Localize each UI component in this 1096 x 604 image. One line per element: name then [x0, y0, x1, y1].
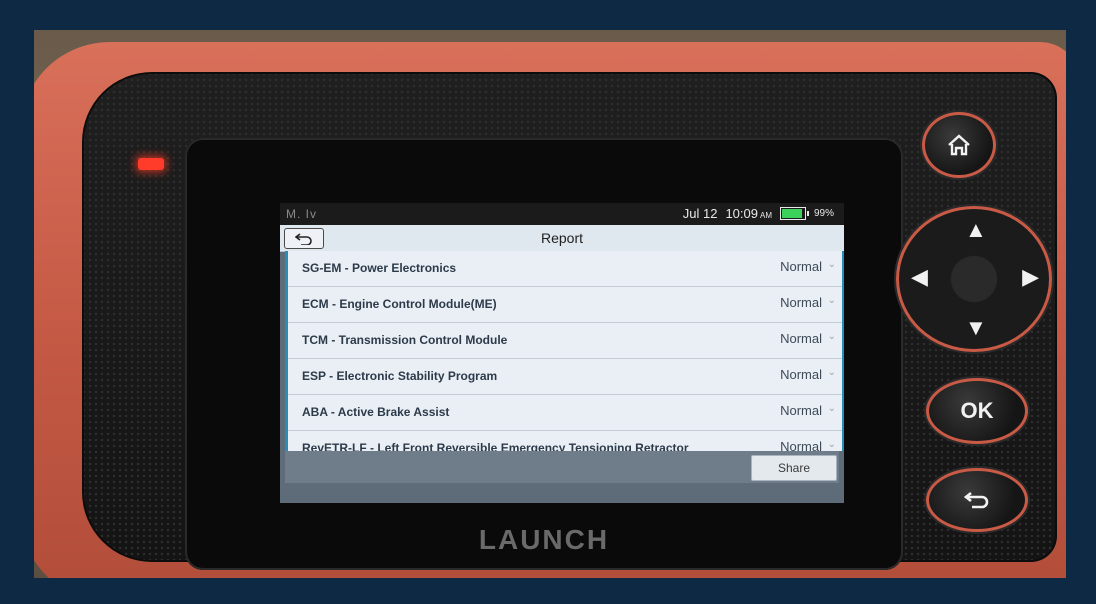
arrow-up-icon[interactable]: ▲ [965, 219, 987, 241]
back-button[interactable] [284, 228, 324, 249]
module-status: Normal [780, 439, 822, 451]
chevron-down-icon: ⌄ [827, 259, 836, 270]
report-row[interactable]: ECM - Engine Control Module(ME) Normal ⌄ [288, 287, 842, 323]
device-photo: M. Iv Jul 12 10:09 AM 99% Report SG-EM -… [34, 30, 1066, 578]
report-row[interactable]: ABA - Active Brake Assist Normal ⌄ [288, 395, 842, 431]
module-name: RevETR-LF - Left Front Reversible Emerge… [302, 441, 689, 451]
back-hardware-button[interactable] [926, 468, 1028, 532]
scanner-device: M. Iv Jul 12 10:09 AM 99% Report SG-EM -… [34, 42, 1066, 578]
page-title: Report [540, 230, 584, 246]
return-arrow-icon [295, 232, 312, 245]
battery-percent: 99% [813, 208, 834, 219]
module-name: ESP - Electronic Stability Program [302, 369, 498, 383]
module-status: Normal [780, 295, 822, 310]
module-name: ABA - Active Brake Assist [302, 405, 450, 419]
status-bar: M. Iv Jul 12 10:09 AM 99% [280, 203, 844, 225]
battery-icon [779, 207, 809, 220]
status-indicators: M. Iv [286, 207, 317, 221]
status-ampm: AM [759, 211, 772, 220]
screen-glass: M. Iv Jul 12 10:09 AM 99% Report SG-EM -… [185, 138, 903, 570]
share-button[interactable]: Share [751, 455, 837, 481]
title-bar: Report [280, 225, 844, 252]
power-led [138, 158, 164, 170]
bottom-bar: Share [285, 451, 839, 483]
return-arrow-icon [964, 491, 989, 509]
chevron-down-icon: ⌄ [827, 403, 836, 414]
module-name: ECM - Engine Control Module(ME) [302, 297, 497, 311]
module-status: Normal [780, 259, 822, 274]
module-status: Normal [780, 367, 822, 382]
chevron-down-icon: ⌄ [827, 367, 836, 378]
ok-hardware-button[interactable]: OK [926, 378, 1028, 444]
arrow-left-icon[interactable]: ◀ [911, 266, 928, 288]
module-name: TCM - Transmission Control Module [302, 333, 508, 347]
module-status: Normal [780, 331, 822, 346]
battery-fill [781, 209, 802, 218]
report-row[interactable]: SG-EM - Power Electronics Normal ⌄ [288, 251, 842, 287]
chevron-down-icon: ⌄ [827, 439, 836, 450]
home-hardware-button[interactable] [922, 112, 996, 178]
report-row[interactable]: TCM - Transmission Control Module Normal ⌄ [288, 323, 842, 359]
module-name: SG-EM - Power Electronics [302, 261, 457, 275]
status-time: 10:09 [725, 206, 758, 221]
arrow-right-icon[interactable]: ▶ [1022, 266, 1039, 288]
chevron-down-icon: ⌄ [827, 295, 836, 306]
chevron-down-icon: ⌄ [827, 331, 836, 342]
report-row[interactable]: RevETR-LF - Left Front Reversible Emerge… [288, 431, 842, 451]
status-date: Jul 12 [682, 206, 718, 221]
brand-logo: LAUNCH [478, 524, 610, 555]
app-screen: M. Iv Jul 12 10:09 AM 99% Report SG-EM -… [280, 203, 844, 503]
direction-pad[interactable]: ▲ ▼ ◀ ▶ [896, 206, 1052, 352]
arrow-down-icon[interactable]: ▼ [965, 317, 987, 339]
report-row[interactable]: ESP - Electronic Stability Program Normal… [288, 359, 842, 395]
home-icon [948, 134, 970, 156]
report-list[interactable]: SG-EM - Power Electronics Normal ⌄ ECM - En… [285, 251, 844, 451]
status-time-wrap: 10:09 AM [725, 206, 772, 221]
module-status: Normal [780, 403, 822, 418]
